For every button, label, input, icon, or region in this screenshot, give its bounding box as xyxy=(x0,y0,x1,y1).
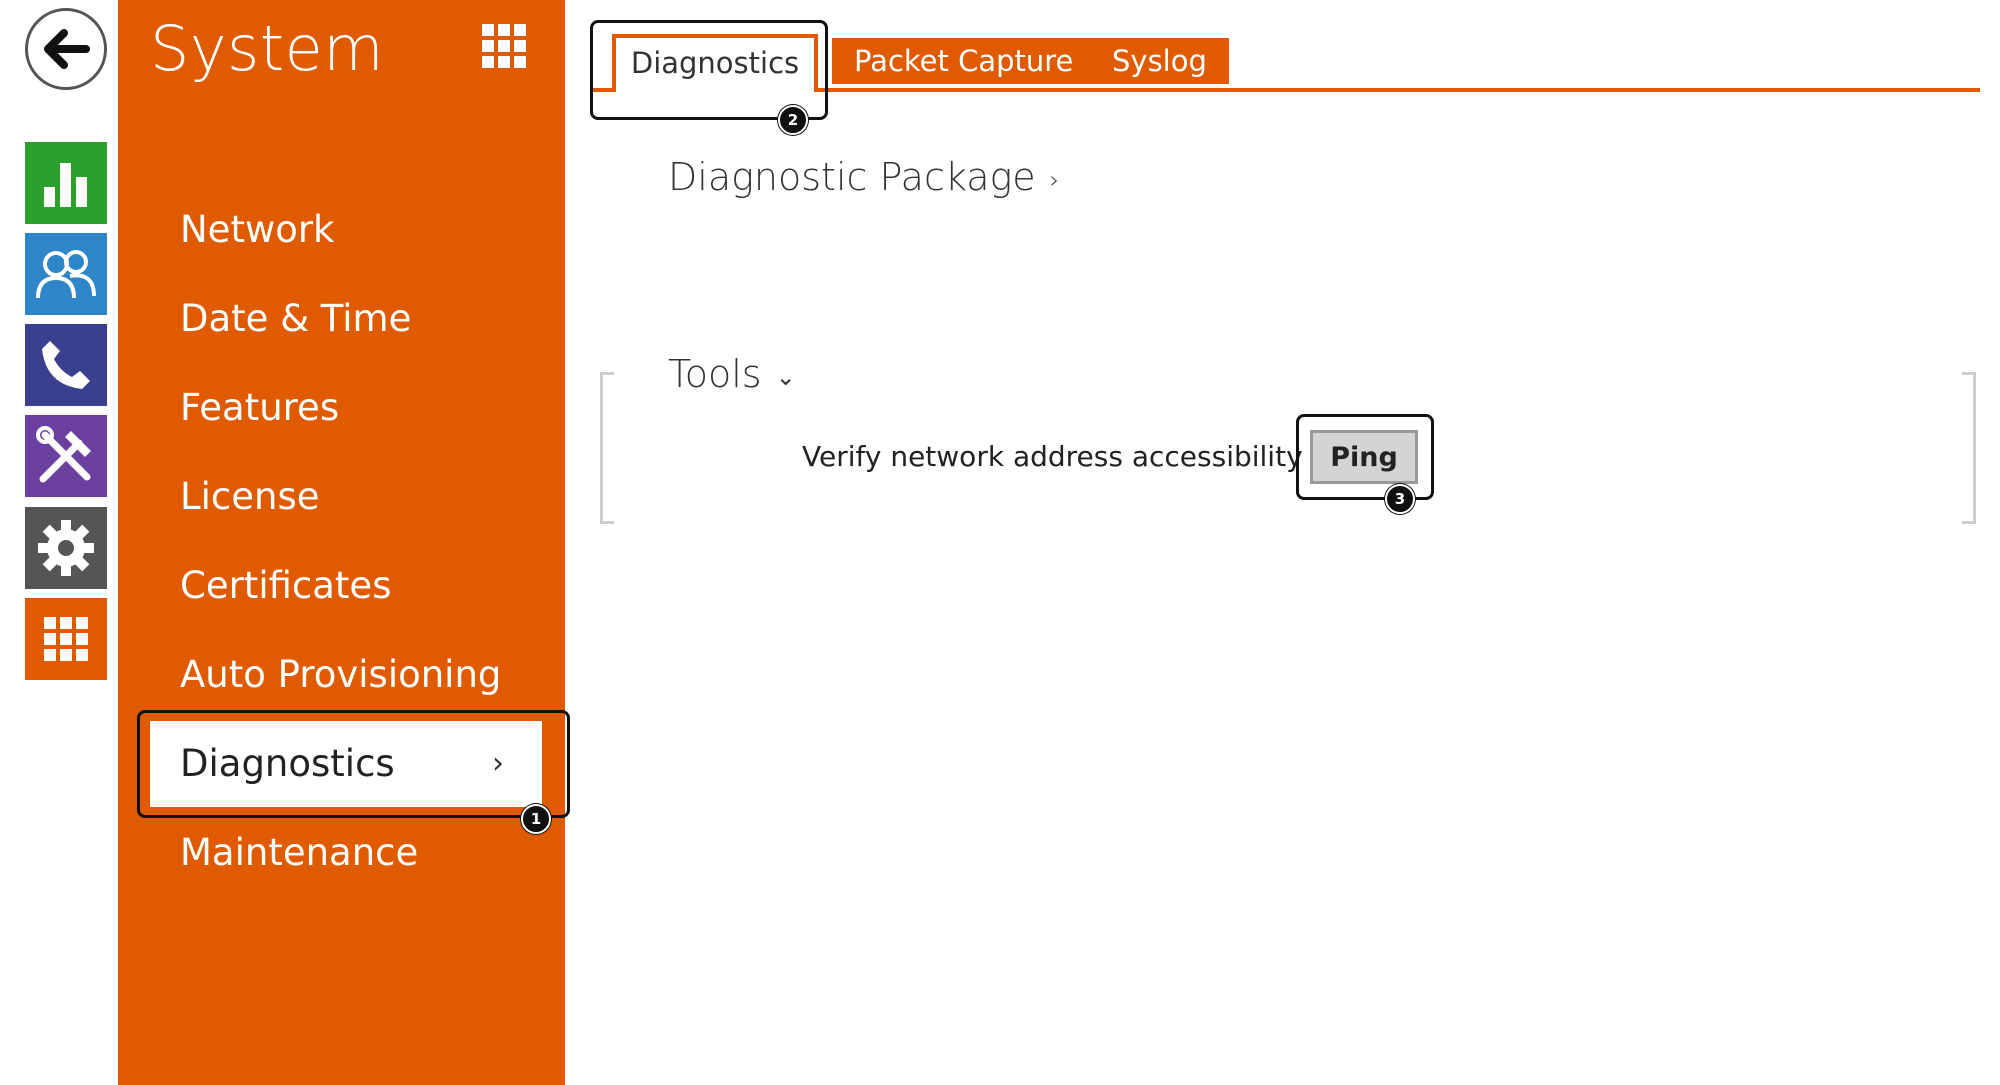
sidebar-item-label: Date & Time xyxy=(180,297,412,340)
sidebar-item-auto-provisioning[interactable]: Auto Provisioning xyxy=(180,645,501,705)
section-title: Tools xyxy=(668,352,762,396)
users-icon xyxy=(36,250,96,299)
apps-grid-button[interactable] xyxy=(482,24,526,72)
chevron-right-icon: › xyxy=(492,746,504,781)
page-title: System xyxy=(150,12,385,85)
phone-icon xyxy=(42,341,90,389)
grid-icon xyxy=(44,617,88,661)
sidebar-item-certificates[interactable]: Certificates xyxy=(180,556,391,616)
sidebar-item-license[interactable]: License xyxy=(180,467,320,527)
rail-tile-system[interactable] xyxy=(25,598,107,680)
bar-chart-icon xyxy=(44,163,87,207)
sidebar-item-label: Maintenance xyxy=(180,831,419,874)
rail-tile-status[interactable] xyxy=(25,142,107,224)
tab-bar: Diagnostics Packet Capture Syslog xyxy=(590,20,1980,92)
sidebar-item-label: Features xyxy=(180,386,340,429)
sidebar-item-label: License xyxy=(180,475,320,518)
sidebar-item-diagnostics[interactable]: Diagnostics › xyxy=(150,721,542,807)
rail-tile-calls[interactable] xyxy=(25,324,107,406)
chevron-down-icon: ⌄ xyxy=(775,362,796,391)
gear-icon xyxy=(38,520,94,576)
tools-icon xyxy=(36,426,91,483)
sidebar-item-label: Auto Provisioning xyxy=(180,653,502,696)
sidebar-item-label: Network xyxy=(180,208,335,251)
rail-tile-directory[interactable] xyxy=(25,233,107,315)
sidebar-item-date-time[interactable]: Date & Time xyxy=(180,289,411,349)
callout-badge-3: 3 xyxy=(1385,484,1415,514)
sidebar-item-features[interactable]: Features xyxy=(180,378,339,438)
diagnostic-package-header[interactable]: Diagnostic Package › xyxy=(668,155,1059,199)
chevron-right-icon: › xyxy=(1049,165,1060,194)
tab-packet-capture[interactable]: Packet Capture xyxy=(832,38,1096,84)
section-bracket-right xyxy=(1962,372,1976,524)
callout-badge-2: 2 xyxy=(778,105,808,135)
sidebar-item-label: Diagnostics xyxy=(180,742,395,785)
ping-button[interactable]: Ping xyxy=(1310,430,1418,484)
section-bracket-left xyxy=(600,372,614,524)
ping-label: Verify network address accessibility xyxy=(802,440,1303,473)
tab-syslog[interactable]: Syslog xyxy=(1090,38,1229,84)
rail-tile-services[interactable] xyxy=(25,507,107,589)
back-button[interactable] xyxy=(25,8,107,90)
rail-tile-hardware[interactable] xyxy=(25,415,107,497)
tools-header[interactable]: Tools ⌄ xyxy=(668,352,796,396)
sidebar-item-network[interactable]: Network xyxy=(180,200,335,260)
sidebar: System Network Date & Time Features Lice… xyxy=(118,0,565,1085)
sidebar-item-label: Certificates xyxy=(180,564,392,607)
callout-badge-1: 1 xyxy=(521,804,551,834)
section-title: Diagnostic Package xyxy=(668,155,1036,199)
arrow-left-icon xyxy=(44,29,90,69)
grid-icon xyxy=(482,24,526,68)
app-rail xyxy=(0,0,118,1085)
tab-diagnostics[interactable]: Diagnostics xyxy=(612,34,818,92)
sidebar-item-maintenance[interactable]: Maintenance xyxy=(180,823,418,883)
